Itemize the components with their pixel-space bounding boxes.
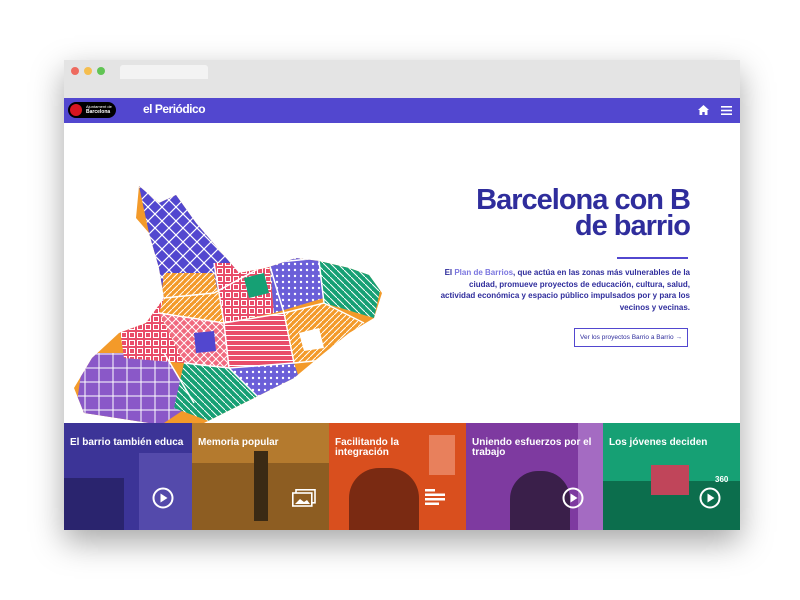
title-divider: [617, 257, 688, 259]
play-icon[interactable]: [562, 487, 584, 509]
card-title: Facilitando la integración: [335, 437, 399, 458]
card-photo-shape: [651, 465, 689, 495]
gallery-icon[interactable]: [292, 489, 316, 507]
card-photo-shape: [254, 451, 268, 521]
periodico-logo[interactable]: el Periódico: [143, 102, 206, 116]
ajuntament-logo[interactable]: Ajuntament de Barcelona: [68, 102, 116, 118]
close-window-button[interactable]: [71, 67, 79, 75]
card-title: Los jóvenes deciden: [609, 437, 708, 448]
hamburger-menu-icon[interactable]: [721, 106, 732, 115]
ajuntament-name: Barcelona: [86, 109, 111, 115]
card-photo-shape: [349, 468, 419, 530]
card-photo-shape: [64, 478, 124, 530]
card-el-barrio-educa[interactable]: El barrio también educa: [64, 423, 200, 530]
hero-title-line-2: de barrio: [574, 210, 691, 242]
article-icon[interactable]: [425, 489, 445, 505]
360-badge: 360: [715, 475, 729, 484]
play-icon[interactable]: [152, 487, 174, 509]
maximize-window-button[interactable]: [97, 67, 105, 75]
view-projects-button[interactable]: Ver los proyectos Barrio a Barrio →: [574, 328, 688, 347]
browser-window: Ajuntament de Barcelona el Periódico Bar…: [64, 60, 740, 530]
hero-title: Barcelona con B de barrio: [444, 186, 691, 242]
card-title: Memoria popular: [198, 437, 279, 448]
card-title: Uniendo esfuerzos por el trabajo: [472, 437, 592, 458]
card-facilitando-integracion[interactable]: Facilitando la integración: [329, 423, 469, 530]
story-cards: El barrio también educa Memoria popular …: [64, 423, 740, 530]
ajuntament-shield-icon: [70, 104, 82, 116]
card-photo-shape: [510, 471, 570, 530]
card-uniendo-esfuerzos[interactable]: Uniendo esfuerzos por el trabajo: [466, 423, 606, 530]
card-memoria-popular[interactable]: Memoria popular: [192, 423, 332, 530]
browser-tab[interactable]: [120, 65, 208, 79]
arrow-right-icon: →: [675, 334, 682, 341]
hero-description: El Plan de Barrios, que actúa en las zon…: [440, 267, 690, 313]
home-icon[interactable]: [698, 105, 709, 115]
desc-intro: El: [444, 268, 455, 277]
minimize-window-button[interactable]: [84, 67, 92, 75]
view-projects-label: Ver los proyectos Barrio a Barrio: [580, 334, 674, 341]
browser-chrome: [64, 60, 740, 98]
card-jovenes-deciden[interactable]: Los jóvenes deciden 360: [603, 423, 740, 530]
card-title: El barrio también educa: [70, 437, 184, 448]
site-header: Ajuntament de Barcelona el Periódico: [64, 98, 740, 123]
play-360-icon[interactable]: [699, 487, 721, 509]
plan-de-barrios-link[interactable]: Plan de Barrios: [454, 268, 513, 277]
